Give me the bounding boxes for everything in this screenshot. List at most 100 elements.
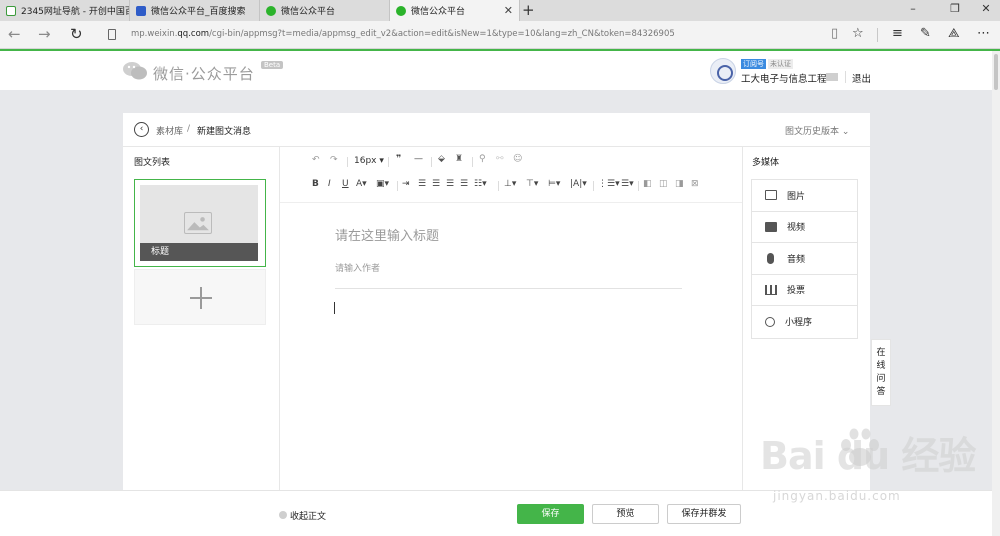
save-and-publish-button[interactable]: 保存并群发 [667, 504, 741, 524]
toolbar-separator [472, 157, 473, 167]
undo-icon[interactable]: ↶ [312, 155, 320, 165]
toolbar-separator [498, 181, 499, 191]
article-title-label: 标题 [140, 243, 258, 261]
close-window-icon[interactable]: ✕ [978, 2, 994, 15]
media-item-vote[interactable]: 投票 [752, 275, 857, 306]
breadcrumb-library[interactable]: 素材库 [156, 124, 183, 137]
align-right-icon[interactable]: ☰ [446, 179, 454, 189]
collapse-icon[interactable] [279, 511, 287, 519]
share-icon[interactable]: ⟁ [948, 26, 960, 41]
online-qa-button[interactable]: 在 线 问 答 [871, 339, 891, 406]
format-painter-icon[interactable]: ⬙ [438, 154, 445, 164]
logout-link[interactable]: 退出 [852, 71, 871, 85]
article-item-selected[interactable]: 标题 [134, 179, 266, 267]
new-tab-icon[interactable]: + [522, 1, 535, 19]
float-right-icon[interactable]: ◨ [675, 179, 684, 189]
align-justify-icon[interactable]: ☰ [460, 179, 468, 189]
wechat-icon [396, 5, 406, 16]
toolbar-separator [388, 157, 389, 167]
media-item-mini-program[interactable]: 小程序 [752, 306, 857, 338]
scrollbar-thumb[interactable] [994, 54, 998, 90]
maximize-icon[interactable]: ❐ [947, 2, 963, 15]
browser-tab-baidu-search[interactable]: 微信公众平台_百度搜索 [130, 0, 260, 21]
wechat-icon [266, 5, 276, 16]
vote-icon [765, 284, 777, 295]
url-field[interactable]: mp.weixin.qq.com/cgi-bin/appmsg?t=media/… [131, 29, 675, 39]
article-title-input[interactable]: 请在这里输入标题 [335, 225, 439, 244]
redo-icon[interactable]: ↷ [330, 155, 338, 165]
preview-button[interactable]: 预览 [592, 504, 659, 524]
emoji-icon[interactable]: ☺ [513, 154, 522, 164]
indent-icon[interactable]: ⇥ [402, 179, 410, 189]
toolbar-separator [593, 181, 594, 191]
toolbar-separator [397, 181, 398, 191]
web-note-icon[interactable]: ✎ [920, 26, 931, 41]
browser-tab-2345[interactable]: 2345网址导航 - 开创中国百 [0, 0, 130, 21]
microphone-icon [767, 252, 774, 264]
refresh-icon[interactable]: ↻ [70, 25, 83, 43]
online-qa-char: 问 [876, 374, 886, 384]
media-item-label: 视频 [787, 223, 806, 234]
editor-toolbar: ↶ ↷ 16px ▾ ❞ — ⬙ ♜ ⚲ ⚯ ☺ B I U A▾ ▣▾ ⇥ ☰… [280, 147, 742, 203]
float-none-icon[interactable]: ◫ [659, 179, 668, 189]
collapse-content-link[interactable]: 收起正文 [290, 509, 326, 522]
tab-label: 微信公众平台 [411, 7, 466, 17]
line-height-icon[interactable]: ☷▾ [474, 179, 487, 189]
back-circle-icon[interactable]: ‹ [134, 122, 149, 137]
bold-icon[interactable]: B [312, 179, 319, 189]
letter-spacing-icon[interactable]: |A|▾ [570, 179, 587, 189]
full-width-icon[interactable]: ⊠ [691, 179, 699, 189]
horizontal-rule-icon[interactable]: — [414, 154, 423, 164]
more-icon[interactable]: ⋯ [977, 26, 990, 41]
link-icon[interactable]: ⚲ [479, 154, 486, 164]
history-version-dropdown[interactable]: 图文历史版本 ⌄ [785, 124, 849, 137]
editor-card: ‹ 素材库 / 新建图文消息 图文历史版本 ⌄ 图文列表 标题 ↶ ↷ 16px… [123, 113, 870, 490]
forward-arrow-icon[interactable]: → [38, 25, 51, 43]
save-button[interactable]: 保存 [517, 504, 584, 524]
page-scrollbar[interactable] [992, 51, 1000, 536]
italic-icon[interactable]: I [328, 179, 331, 189]
media-item-image[interactable]: 图片 [752, 180, 857, 212]
unordered-list-icon[interactable]: ☰▾ [621, 179, 634, 189]
tab-label: 微信公众平台 [281, 7, 336, 17]
address-bar: ← → ↻ mp.weixin.qq.com/cgi-bin/appmsg?t=… [0, 21, 1000, 49]
ordered-list-icon[interactable]: ⋮☰▾ [598, 179, 620, 189]
paragraph-before-icon[interactable]: ⊥▾ [504, 179, 516, 189]
minimize-icon[interactable]: – [905, 2, 921, 15]
account-name[interactable]: 工大电子与信息工程 [741, 71, 827, 85]
clear-format-icon[interactable]: ♜ [455, 154, 463, 164]
close-tab-icon[interactable]: ✕ [504, 4, 513, 17]
font-color-icon[interactable]: A▾ [356, 179, 367, 189]
media-item-video[interactable]: 视频 [752, 212, 857, 243]
indent-size-icon[interactable]: ⊨▾ [548, 179, 560, 189]
platform-logo-text[interactable]: 微信·公众平台 [153, 63, 255, 84]
chevron-down-icon: ⌄ [841, 127, 850, 137]
account-avatar[interactable] [710, 58, 736, 84]
unlink-icon[interactable]: ⚯ [496, 154, 504, 164]
author-input[interactable]: 请输入作者 [335, 261, 380, 274]
browser-tab-bar: 2345网址导航 - 开创中国百 微信公众平台_百度搜索 微信公众平台 微信公众… [0, 0, 1000, 21]
reading-view-icon[interactable]: ▯ [831, 26, 838, 41]
media-item-label: 音频 [787, 254, 806, 265]
font-size-select[interactable]: 16px ▾ [354, 156, 384, 166]
browser-tab-wechat-active[interactable]: 微信公众平台 ✕ [390, 0, 520, 21]
float-left-icon[interactable]: ◧ [643, 179, 652, 189]
browser-tab-wechat-1[interactable]: 微信公众平台 [260, 0, 390, 21]
url-domain: qq.com [177, 29, 210, 39]
back-arrow-icon[interactable]: ← [8, 25, 21, 43]
favorite-star-icon[interactable]: ☆ [852, 26, 864, 41]
align-left-icon[interactable]: ☰ [418, 179, 426, 189]
video-icon [765, 221, 777, 232]
beta-badge: Beta [261, 61, 284, 69]
align-center-icon[interactable]: ☰ [432, 179, 440, 189]
mail-icon[interactable] [826, 73, 838, 81]
underline-icon[interactable]: U [342, 179, 349, 189]
blockquote-icon[interactable]: ❞ [396, 154, 401, 164]
add-article-button[interactable] [134, 269, 266, 325]
baidu-watermark: Bai du 经验 [760, 434, 976, 478]
paragraph-after-icon[interactable]: ⊤▾ [526, 179, 538, 189]
hub-icon[interactable]: ≡ [892, 26, 903, 41]
media-item-audio[interactable]: 音频 [752, 243, 857, 275]
highlight-color-icon[interactable]: ▣▾ [376, 179, 389, 189]
2345-icon [6, 5, 16, 16]
